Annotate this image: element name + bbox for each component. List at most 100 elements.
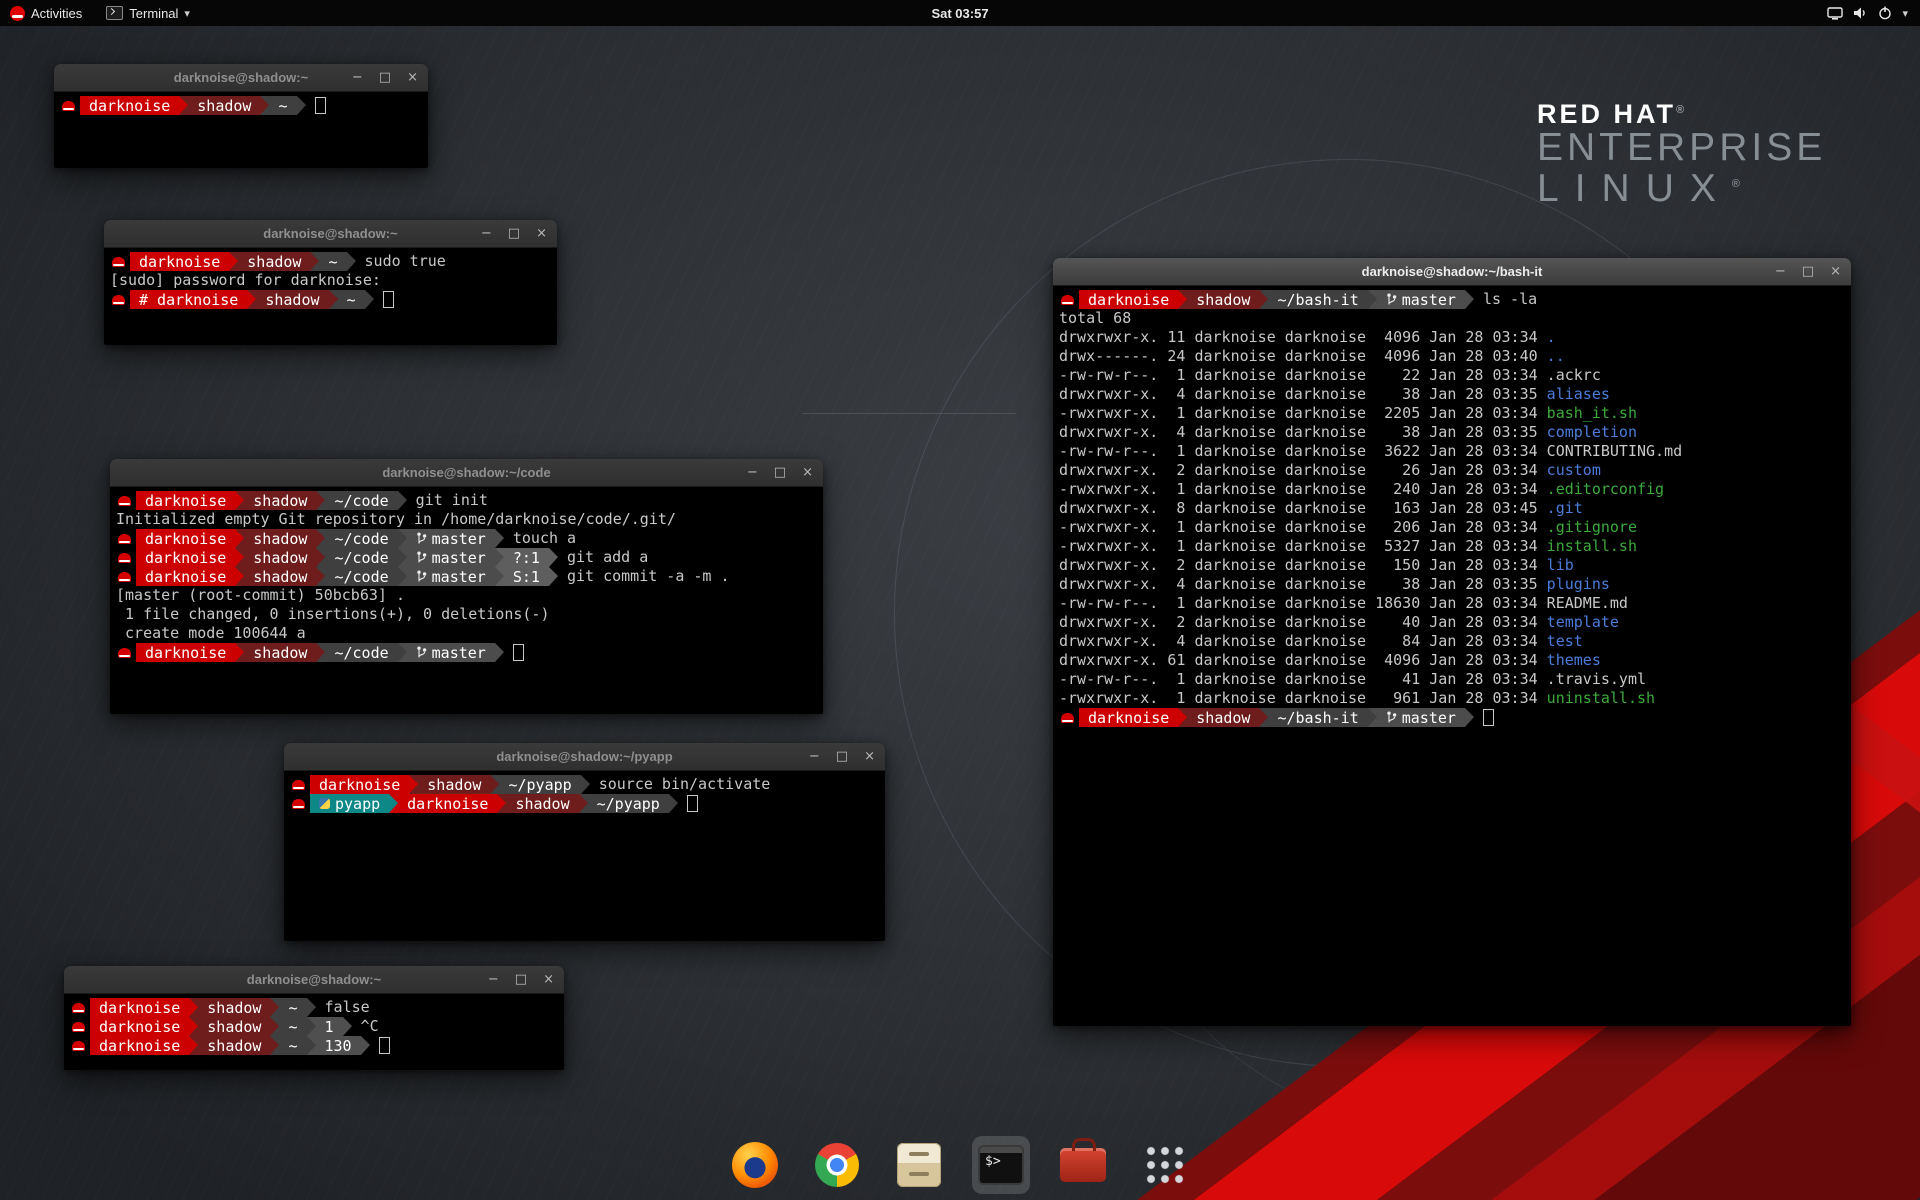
prompt-segment-git: master — [407, 548, 495, 567]
terminal-body[interactable]: darknoiseshadow~/code git initInitialize… — [110, 487, 823, 666]
titlebar[interactable]: darknoise@shadow:~/pyapp − □ × — [284, 743, 885, 771]
terminal-glyph: $> — [985, 1154, 1001, 1183]
maximize-button[interactable]: □ — [834, 750, 850, 763]
file-name: plugins — [1547, 575, 1610, 594]
powerline-arrow-icon — [398, 491, 407, 510]
close-button[interactable]: × — [405, 71, 420, 84]
close-button[interactable]: × — [862, 750, 877, 763]
file-name: test — [1547, 632, 1583, 651]
file-name: .git — [1547, 499, 1583, 518]
prompt-segment-host: shadow — [244, 491, 316, 510]
minimize-button[interactable]: − — [486, 973, 501, 986]
redhat-prompt-icon — [118, 534, 131, 544]
terminal-text: -rw-rw-r--. 1 darknoise darknoise 22 Jan… — [1059, 366, 1547, 385]
terminal-text: drwxrwxr-x. 8 darknoise darknoise 163 Ja… — [1059, 499, 1547, 518]
terminal-line: -rwxrwxr-x. 1 darknoise darknoise 206 Ja… — [1059, 518, 1845, 537]
terminal-text: touch a — [504, 529, 576, 548]
terminal-line: -rwxrwxr-x. 1 darknoise darknoise 2205 J… — [1059, 404, 1845, 423]
close-button[interactable]: × — [800, 466, 815, 479]
close-button[interactable]: × — [1828, 265, 1843, 278]
system-status-area[interactable]: ▾ — [1821, 0, 1914, 26]
titlebar[interactable]: darknoise@shadow:~/bash-it − □ × — [1053, 258, 1851, 286]
powerline-arrow-icon — [270, 998, 279, 1017]
powerline-arrow-icon — [297, 96, 306, 115]
software-toolbox-icon[interactable] — [1054, 1136, 1112, 1194]
powerline-arrow-icon — [549, 567, 558, 586]
terminal-line: create mode 100644 a — [116, 624, 817, 643]
toolbox-logo — [1060, 1148, 1106, 1182]
prompt-segment-host: shadow — [244, 643, 316, 662]
redhat-prompt-icon — [62, 101, 75, 111]
minimize-button[interactable]: − — [350, 71, 365, 84]
terminal-text: drwxrwxr-x. 4 darknoise darknoise 38 Jan… — [1059, 575, 1547, 594]
titlebar[interactable]: darknoise@shadow:~/code − □ × — [110, 459, 823, 487]
prompt-segment-path: ~ — [319, 252, 346, 271]
powerline-arrow-icon — [1368, 290, 1377, 309]
minimize-button[interactable]: − — [479, 227, 494, 240]
powerline-arrow-icon — [247, 290, 256, 309]
terminal-text: ls -la — [1474, 290, 1537, 309]
terminal-line: drwxrwxr-x. 2 darknoise darknoise 40 Jan… — [1059, 613, 1845, 632]
minimize-button[interactable]: − — [1773, 265, 1788, 278]
maximize-button[interactable]: □ — [772, 466, 788, 479]
terminal-text: drwxrwxr-x. 4 darknoise darknoise 84 Jan… — [1059, 632, 1547, 651]
powerline-arrow-icon — [1259, 708, 1268, 727]
files-icon[interactable] — [890, 1136, 948, 1194]
terminal-line: darknoiseshadow~/codemaster — [116, 643, 817, 662]
minimize-button[interactable]: − — [807, 750, 822, 763]
close-button[interactable]: × — [534, 227, 549, 240]
terminal-text: -rw-rw-r--. 1 darknoise darknoise 3622 J… — [1059, 442, 1547, 461]
powerline-arrow-icon — [189, 998, 198, 1017]
firefox-logo — [732, 1142, 778, 1188]
prompt-segment-path: ~ — [269, 96, 296, 115]
terminal-body[interactable]: darknoiseshadow~ falsedarknoiseshadow~1 … — [64, 994, 564, 1059]
powerline-arrow-icon — [307, 998, 316, 1017]
maximize-button[interactable]: □ — [506, 227, 522, 240]
powerline-arrow-icon — [398, 529, 407, 548]
terminal-body[interactable]: darknoiseshadow~/bash-itmaster ls -la tot… — [1053, 286, 1851, 731]
terminal-body[interactable]: darknoiseshadow~/pyapp source bin/activa… — [284, 771, 885, 817]
window-title: darknoise@shadow:~/pyapp — [284, 743, 885, 770]
terminal-line: -rw-rw-r--. 1 darknoise darknoise 3622 J… — [1059, 442, 1845, 461]
terminal-line: drwxrwxr-x. 8 darknoise darknoise 163 Ja… — [1059, 499, 1845, 518]
redhat-prompt-icon — [72, 1041, 85, 1051]
prompt-segment-host: shadow — [188, 96, 260, 115]
powerline-arrow-icon — [229, 252, 238, 271]
activities-button[interactable]: Activities — [0, 0, 92, 26]
titlebar[interactable]: darknoise@shadow:~ − □ × — [54, 64, 428, 92]
terminal-text: git add a — [558, 548, 648, 567]
titlebar[interactable]: darknoise@shadow:~ − □ × — [104, 220, 557, 248]
terminal-line: darknoiseshadow~/bash-itmaster — [1059, 708, 1845, 727]
close-button[interactable]: × — [541, 973, 556, 986]
redhat-prompt-icon — [72, 1003, 85, 1013]
file-name: aliases — [1547, 385, 1610, 404]
show-applications-icon[interactable] — [1136, 1136, 1194, 1194]
terminal-line: drwxrwxr-x. 4 darknoise darknoise 38 Jan… — [1059, 423, 1845, 442]
powerline-arrow-icon — [307, 1036, 316, 1055]
brand-line2: ENTERPRISE — [1537, 128, 1826, 169]
prompt-segment-host: shadow — [198, 998, 270, 1017]
powerline-arrow-icon — [235, 529, 244, 548]
terminal-body[interactable]: darknoiseshadow~ sudo true[sudo] passwor… — [104, 248, 557, 313]
file-name: themes — [1547, 651, 1601, 670]
terminal-text: drwx------. 24 darknoise darknoise 4096 … — [1059, 347, 1547, 366]
chevron-down-icon: ▾ — [184, 7, 190, 20]
terminal-body[interactable]: darknoiseshadow~ — [54, 92, 428, 119]
clock[interactable]: Sat 03:57 — [931, 6, 988, 21]
terminal-icon[interactable]: $> — [972, 1136, 1030, 1194]
firefox-icon[interactable] — [726, 1136, 784, 1194]
terminal-line: [master (root-commit) 50bcb63] . — [116, 586, 817, 605]
app-menu-terminal[interactable]: Terminal ▾ — [96, 0, 200, 26]
titlebar[interactable]: darknoise@shadow:~ − □ × — [64, 966, 564, 994]
terminal-text: -rwxrwxr-x. 1 darknoise darknoise 206 Ja… — [1059, 518, 1547, 537]
minimize-button[interactable]: − — [745, 466, 760, 479]
terminal-text: -rwxrwxr-x. 1 darknoise darknoise 961 Ja… — [1059, 689, 1547, 708]
terminal-line: drwxrwxr-x. 4 darknoise darknoise 38 Jan… — [1059, 575, 1845, 594]
chrome-icon[interactable] — [808, 1136, 866, 1194]
terminal-cursor — [379, 1037, 390, 1054]
maximize-button[interactable]: □ — [377, 71, 393, 84]
prompt-segment-host: shadow — [238, 252, 310, 271]
maximize-button[interactable]: □ — [1800, 265, 1816, 278]
terminal-text: total 68 — [1059, 309, 1131, 328]
maximize-button[interactable]: □ — [513, 973, 529, 986]
